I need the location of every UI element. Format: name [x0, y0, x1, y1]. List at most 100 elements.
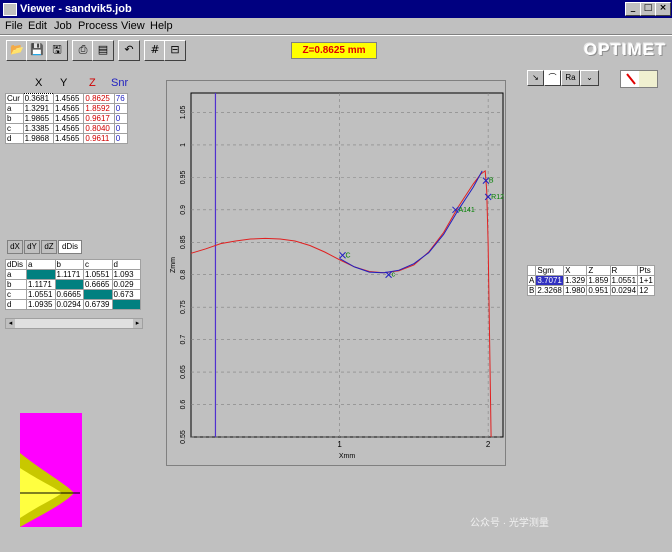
- open-icon[interactable]: 📂: [6, 40, 28, 61]
- distance-cell: 1.0551: [83, 269, 113, 280]
- minimize-button[interactable]: _: [625, 2, 641, 16]
- table-row[interactable]: a 1.3291 1.4565 1.8592 0: [5, 103, 129, 114]
- dropdown-button[interactable]: ⌄: [580, 70, 599, 86]
- save-as-icon[interactable]: 🖫: [46, 40, 68, 61]
- geometry-table: Sgm X Z R Pts A 3.7071 1.329 1.859 1.0551 1+1 B 2.…: [526, 265, 655, 296]
- tab-dx[interactable]: dX: [7, 240, 23, 254]
- cell-z: 0.8040: [83, 123, 115, 134]
- header-cell: c: [83, 259, 113, 270]
- cell-pts: 12: [637, 285, 655, 296]
- plot-area: [190, 92, 504, 438]
- cell-r: 1.0551: [609, 275, 639, 286]
- distance-cell: 0.6665: [83, 279, 113, 290]
- profile-chart[interactable]: 0.55 0.6 0.65 0.7 0.75 0.8 0.85 0.9 0.95 1 1.05 1 2 X…: [167, 81, 505, 465]
- menu-process[interactable]: Process: [78, 20, 118, 32]
- header-cell: X: [563, 265, 588, 276]
- print-icon[interactable]: ⎙: [72, 40, 94, 61]
- table-row[interactable]: d 1.0935 0.0294 0.6739: [5, 299, 141, 310]
- coord-header-x: X: [35, 77, 43, 89]
- profile-plot[interactable]: 0.55 0.6 0.65 0.7 0.75 0.8 0.85 0.9 0.95 1 1.05 1 2 X…: [166, 80, 506, 466]
- diagonal-cell: [26, 269, 56, 280]
- tab-dz[interactable]: dZ: [41, 240, 57, 254]
- diagonal-cell: [54, 279, 84, 290]
- report-icon[interactable]: ▤: [92, 40, 114, 61]
- grid-icon[interactable]: #: [144, 40, 166, 61]
- y-tick-label: 0.95: [180, 170, 187, 184]
- distance-cell: 0.029: [111, 279, 141, 290]
- distance-cell: 1.1171: [26, 279, 56, 290]
- roughness-button[interactable]: Ra: [561, 70, 580, 86]
- menu-file[interactable]: File: [5, 20, 23, 32]
- row-label: c: [5, 289, 27, 300]
- scan-thumbnail[interactable]: [20, 413, 82, 527]
- distance-cell: 1.093: [111, 269, 141, 280]
- y-axis-label: Zmm: [170, 257, 177, 273]
- table-row[interactable]: d 1.9868 1.4565 0.9611 0: [5, 133, 129, 144]
- y-tick-label: 0.6: [180, 400, 187, 410]
- menu-edit[interactable]: Edit: [28, 20, 47, 32]
- cell-x: 1.9865: [22, 113, 54, 124]
- menu-job[interactable]: Job: [54, 20, 72, 32]
- cell-x: 1.980: [563, 285, 588, 296]
- tab-dy[interactable]: dY: [24, 240, 40, 254]
- header-cell: b: [54, 259, 84, 270]
- cell-x: 1.9868: [22, 133, 54, 144]
- undo-icon[interactable]: ↶: [118, 40, 140, 61]
- slash-icon: [626, 71, 657, 87]
- menu-help[interactable]: Help: [150, 20, 173, 32]
- distance-cell: 0.673: [111, 289, 141, 300]
- distance-scrollbar[interactable]: ◂ ▸: [5, 318, 143, 329]
- coord-header-snr: Snr: [111, 77, 129, 89]
- watermark: 公众号 · 光学测量: [470, 518, 549, 529]
- cell-x: 1.3385: [22, 123, 54, 134]
- cell-sgm: 3.7071: [535, 275, 565, 286]
- cell-y: 1.4565: [52, 133, 85, 144]
- coord-header-z: Z: [89, 77, 96, 89]
- window-title: Viewer - sandvik5.job: [20, 3, 132, 15]
- line-mode-button[interactable]: ↘: [527, 70, 544, 86]
- table-row[interactable]: b 1.1171 0.6665 0.029: [5, 279, 141, 290]
- table-row[interactable]: a 1.1171 1.0551 1.093: [5, 269, 141, 280]
- header-cell: Sgm: [535, 265, 565, 276]
- distance-cell: 0.6665: [54, 289, 84, 300]
- header-cell: dDis: [5, 259, 27, 270]
- table-row[interactable]: A 3.7071 1.329 1.859 1.0551 1+1: [526, 275, 655, 286]
- y-tick-label: 0.9: [180, 205, 187, 215]
- table-row[interactable]: Cur 0.3681 1.4565 0.8625 76: [5, 93, 129, 104]
- close-button[interactable]: ×: [655, 2, 671, 16]
- row-label: A: [526, 275, 537, 286]
- header-cell: Pts: [637, 265, 655, 276]
- arc-mode-button[interactable]: ⌒: [544, 70, 561, 86]
- scroll-right-icon[interactable]: ▸: [133, 319, 142, 328]
- diagonal-cell: [83, 289, 113, 300]
- cell-r: 0.0294: [609, 285, 639, 296]
- x-tick-label: 1: [337, 440, 342, 449]
- header-cell: d: [111, 259, 141, 270]
- table-row[interactable]: B 2.3268 1.980 0.951 0.0294 12: [526, 285, 655, 296]
- header-cell: R: [609, 265, 639, 276]
- menu-view[interactable]: View: [121, 20, 145, 32]
- cell-z: 1.8592: [83, 103, 115, 114]
- distance-cell: 0.6739: [83, 299, 113, 310]
- row-label: b: [5, 279, 27, 290]
- row-label: b: [5, 113, 24, 124]
- y-tick-label: 0.7: [180, 335, 187, 345]
- header-cell: a: [26, 259, 56, 270]
- row-label: a: [5, 269, 27, 280]
- brand-logo: OPTIMET: [584, 40, 667, 59]
- point-label: B: [489, 178, 494, 185]
- maximize-button[interactable]: □: [640, 2, 656, 16]
- color-swatch-button[interactable]: [620, 70, 658, 88]
- scroll-left-icon[interactable]: ◂: [6, 319, 15, 328]
- table-row[interactable]: c 1.0551 0.6665 0.673: [5, 289, 141, 300]
- table-row[interactable]: c 1.3385 1.4565 0.8040 0: [5, 123, 129, 134]
- tab-ddis[interactable]: dDis: [58, 240, 82, 254]
- menu-bar: File Edit Job Process View Help: [0, 18, 672, 34]
- x-tick-label: 2: [486, 440, 491, 449]
- save-icon[interactable]: 💾: [26, 40, 48, 61]
- profile-view-icon[interactable]: ⊟: [164, 40, 186, 61]
- distance-cell: 1.0935: [26, 299, 56, 310]
- table-row[interactable]: b 1.9865 1.4565 0.9617 0: [5, 113, 129, 124]
- y-tick-label: 1: [180, 143, 187, 147]
- coord-header-y: Y: [60, 77, 68, 89]
